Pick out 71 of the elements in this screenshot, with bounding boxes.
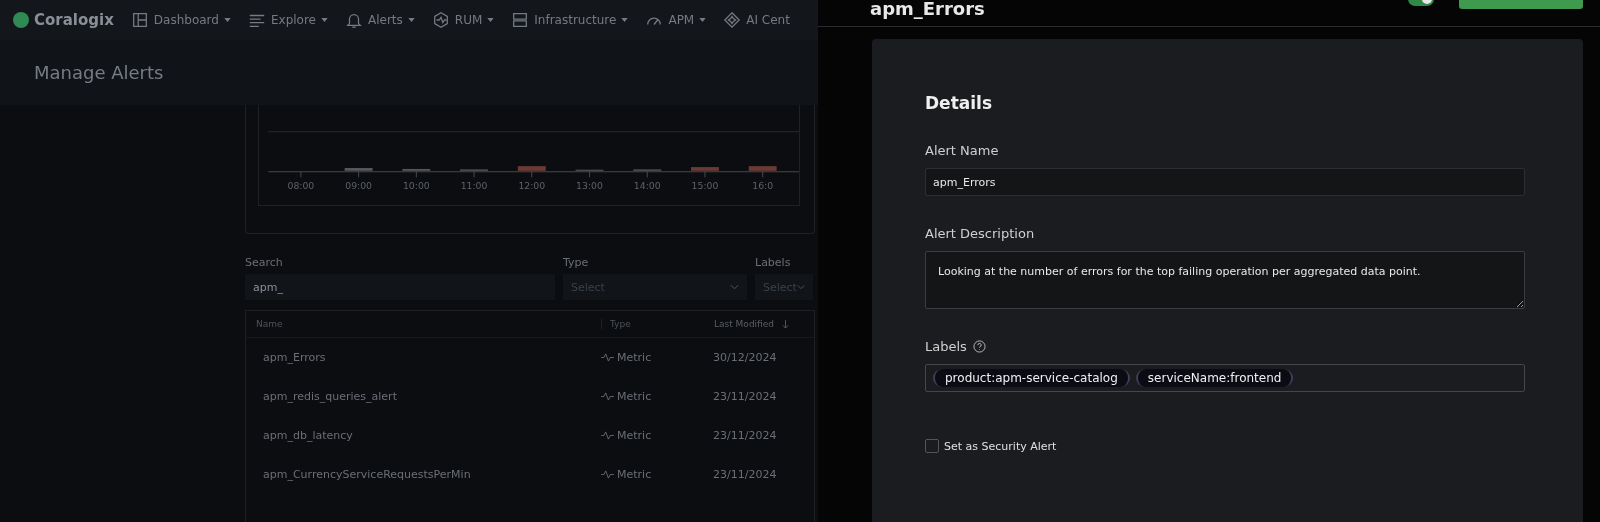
filter-label: Labels: [755, 256, 792, 269]
caret-down-icon: [487, 18, 495, 22]
help-icon[interactable]: [972, 340, 986, 353]
field-label: Alert Description: [925, 226, 1036, 241]
axis-tick-label: 08:00: [287, 179, 315, 191]
pulse-icon: [601, 353, 614, 362]
alert-name-cell[interactable]: apm_CurrencyServiceRequestsPerMin: [246, 468, 601, 481]
axis-tick-label: 10:00: [402, 179, 430, 191]
type-text: Metric: [617, 468, 652, 481]
panel-title: apm_Errors: [870, 0, 985, 18]
nav-menu-item[interactable]: Infrastructure: [511, 11, 629, 29]
date-cell-text: 23/11/2024: [713, 429, 778, 442]
histogram-bar: [402, 168, 431, 171]
nav-menu-item[interactable]: RUM: [431, 11, 495, 29]
nav-menu-item[interactable]: Dashboard: [130, 11, 231, 29]
column-header[interactable]: Type: [601, 319, 714, 329]
logo-icon: [13, 12, 29, 28]
axis-tick-label: 09:00: [345, 179, 372, 191]
type-text: Metric: [617, 429, 652, 442]
nav-menu-item[interactable]: AI Cent: [723, 11, 790, 29]
sort-arrow-icon: [782, 319, 789, 329]
section-heading: Details: [925, 93, 993, 113]
nav-menu-item[interactable]: Alerts: [345, 11, 415, 29]
histogram-bar: [748, 166, 777, 171]
type-text: Metric: [617, 390, 652, 403]
alert-name-cell[interactable]: apm_db_latency: [246, 429, 601, 442]
alert-name-cell[interactable]: apm_redis_queries_alert: [246, 390, 601, 403]
chevron-down-icon: [796, 284, 805, 290]
axis-tick-label: 15:00: [691, 179, 719, 191]
alert-name-field[interactable]: apm_Errors: [925, 168, 1525, 196]
histogram-bar: [344, 168, 373, 171]
pulse-icon: [601, 470, 614, 479]
caret-down-icon: [321, 18, 328, 22]
date-cell-text: 23/11/2024: [713, 468, 778, 481]
description-field[interactable]: Looking at the number of errors for the top failing operation per aggregated data point.: [925, 251, 1525, 309]
field-label: Alert Name: [925, 143, 1000, 158]
field-label: Labels: [925, 339, 967, 354]
filter-label: Search: [245, 256, 284, 269]
bell-icon: [345, 11, 363, 29]
nav-menu-item[interactable]: APM: [645, 11, 707, 29]
caret-down-icon: [223, 18, 231, 22]
axis-tick-label: 16:0: [752, 179, 774, 191]
axis-tick-label: 12:00: [518, 179, 546, 191]
histogram-bar: [517, 166, 546, 171]
histogram-bar: [691, 167, 719, 171]
filter-label: Type: [563, 256, 590, 269]
column-header[interactable]: Name: [246, 319, 601, 329]
axis-tick-label: 11:00: [460, 179, 488, 191]
labels-field[interactable]: product:apm-service-catalog serviceName:frontend: [925, 364, 1525, 392]
checkbox-label: Set as Security Alert: [944, 439, 1057, 453]
dashboard-icon: [130, 11, 149, 29]
label-tag[interactable]: serviceName:frontend: [1135, 369, 1294, 387]
date-cell-text: 23/11/2024: [713, 390, 778, 403]
caret-down-icon: [407, 18, 415, 22]
caret-down-icon: [621, 18, 629, 22]
axis-tick-label: 13:00: [576, 179, 603, 191]
checkbox[interactable]: [925, 439, 939, 453]
nav-menu-item[interactable]: Explore: [247, 11, 328, 29]
page-title: Manage Alerts: [34, 62, 164, 83]
brand-name: Coralogix: [34, 11, 114, 29]
axis-tick-label: 14:00: [633, 179, 661, 191]
pulse-icon: [601, 431, 614, 440]
chevron-down-icon: [730, 284, 739, 290]
caret-down-icon: [699, 18, 707, 22]
date-cell-text: 30/12/2024: [713, 351, 778, 364]
type-text: Metric: [617, 351, 652, 364]
column-header[interactable]: Last Modified: [714, 319, 814, 329]
search-field[interactable]: apm_: [245, 274, 555, 300]
pulse-icon: [601, 392, 614, 401]
label-tag[interactable]: product:apm-service-catalog: [933, 369, 1130, 387]
alert-name-cell[interactable]: apm_Errors: [246, 351, 601, 364]
